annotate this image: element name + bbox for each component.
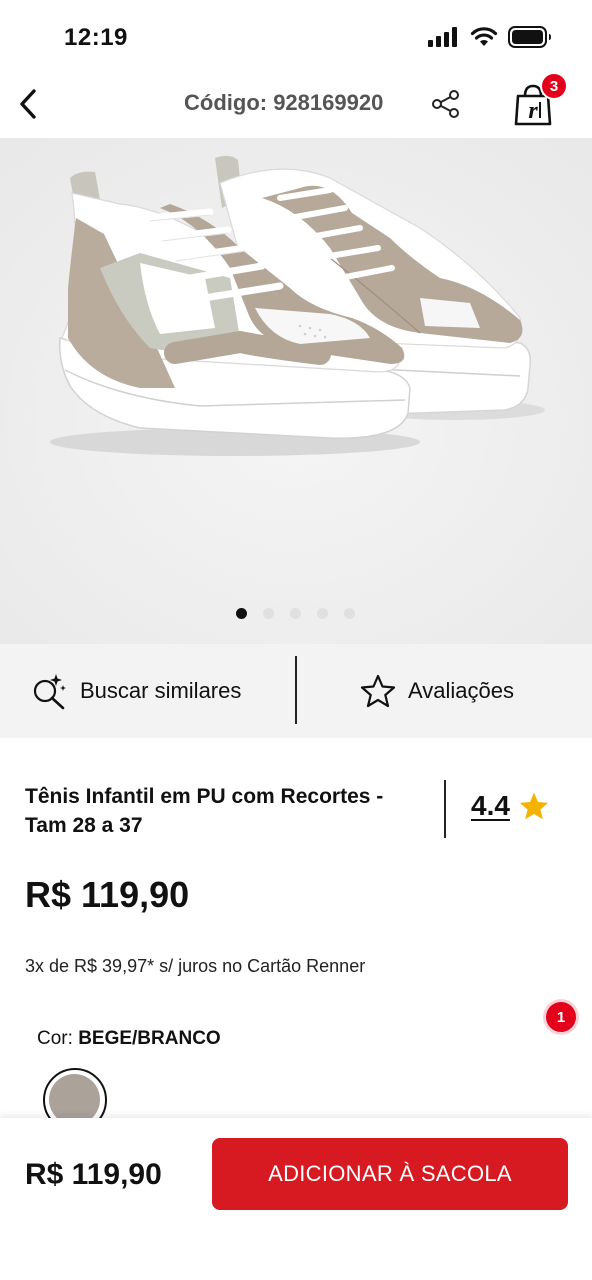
carousel-dot[interactable] — [317, 608, 328, 619]
add-to-bag-button[interactable]: ADICIONAR À SACOLA — [212, 1138, 568, 1210]
star-filled-icon — [519, 792, 549, 820]
wifi-icon — [470, 27, 498, 46]
cart-count-badge: 3 — [540, 72, 568, 100]
color-label: Cor: — [37, 1028, 73, 1049]
carousel-dots[interactable] — [236, 608, 355, 619]
share-button[interactable] — [428, 86, 464, 122]
header: Código: 928169920 r 3 — [0, 72, 592, 138]
product-image — [0, 138, 592, 644]
color-label-row: Cor: BEGE/BRANCO — [37, 1028, 221, 1050]
battery-icon — [508, 26, 551, 48]
sparkle-search-icon — [33, 674, 66, 710]
bottom-bar: R$ 119,90 ADICIONAR À SACOLA — [0, 1118, 592, 1280]
svg-text:r: r — [528, 98, 538, 124]
reviews-label: Avaliações — [408, 678, 514, 703]
action-row: Buscar similares Avaliações — [0, 644, 592, 738]
product-title: Tênis Infantil em PU com Recortes - Tam … — [25, 785, 384, 837]
carousel-dot[interactable] — [344, 608, 355, 619]
back-button[interactable] — [8, 84, 48, 124]
divider — [444, 780, 446, 838]
notification-badge[interactable]: 1 — [546, 1002, 576, 1032]
star-outline-icon — [360, 674, 396, 708]
carousel-dot[interactable] — [263, 608, 274, 619]
product-price: R$ 119,90 — [25, 874, 190, 915]
divider — [295, 656, 297, 724]
rating[interactable]: 4.4 — [471, 790, 550, 822]
carousel-dot[interactable] — [236, 608, 247, 619]
installments-text: 3x de R$ 39,97* s/ juros no Cartão Renne… — [25, 956, 366, 976]
signal-icon — [428, 27, 457, 47]
share-icon — [432, 90, 459, 118]
product-details: Tênis Infantil em PU com Recortes - Tam … — [0, 738, 592, 1120]
status-icons — [428, 26, 552, 48]
rating-value: 4.4 — [471, 790, 510, 821]
bottom-price: R$ 119,90 — [25, 1158, 162, 1191]
carousel-dot[interactable] — [290, 608, 301, 619]
product-code: Código: 928169920 — [184, 90, 384, 115]
reviews-button[interactable]: Avaliações — [360, 666, 514, 716]
status-time: 12:19 — [64, 24, 128, 51]
status-bar: 12:19 — [0, 0, 592, 72]
color-value: BEGE/BRANCO — [78, 1028, 221, 1049]
search-similar-label: Buscar similares — [80, 678, 242, 703]
back-arrow-icon — [20, 89, 36, 119]
product-image-carousel[interactable] — [0, 138, 592, 644]
search-similar-button[interactable]: Buscar similares — [30, 666, 241, 716]
